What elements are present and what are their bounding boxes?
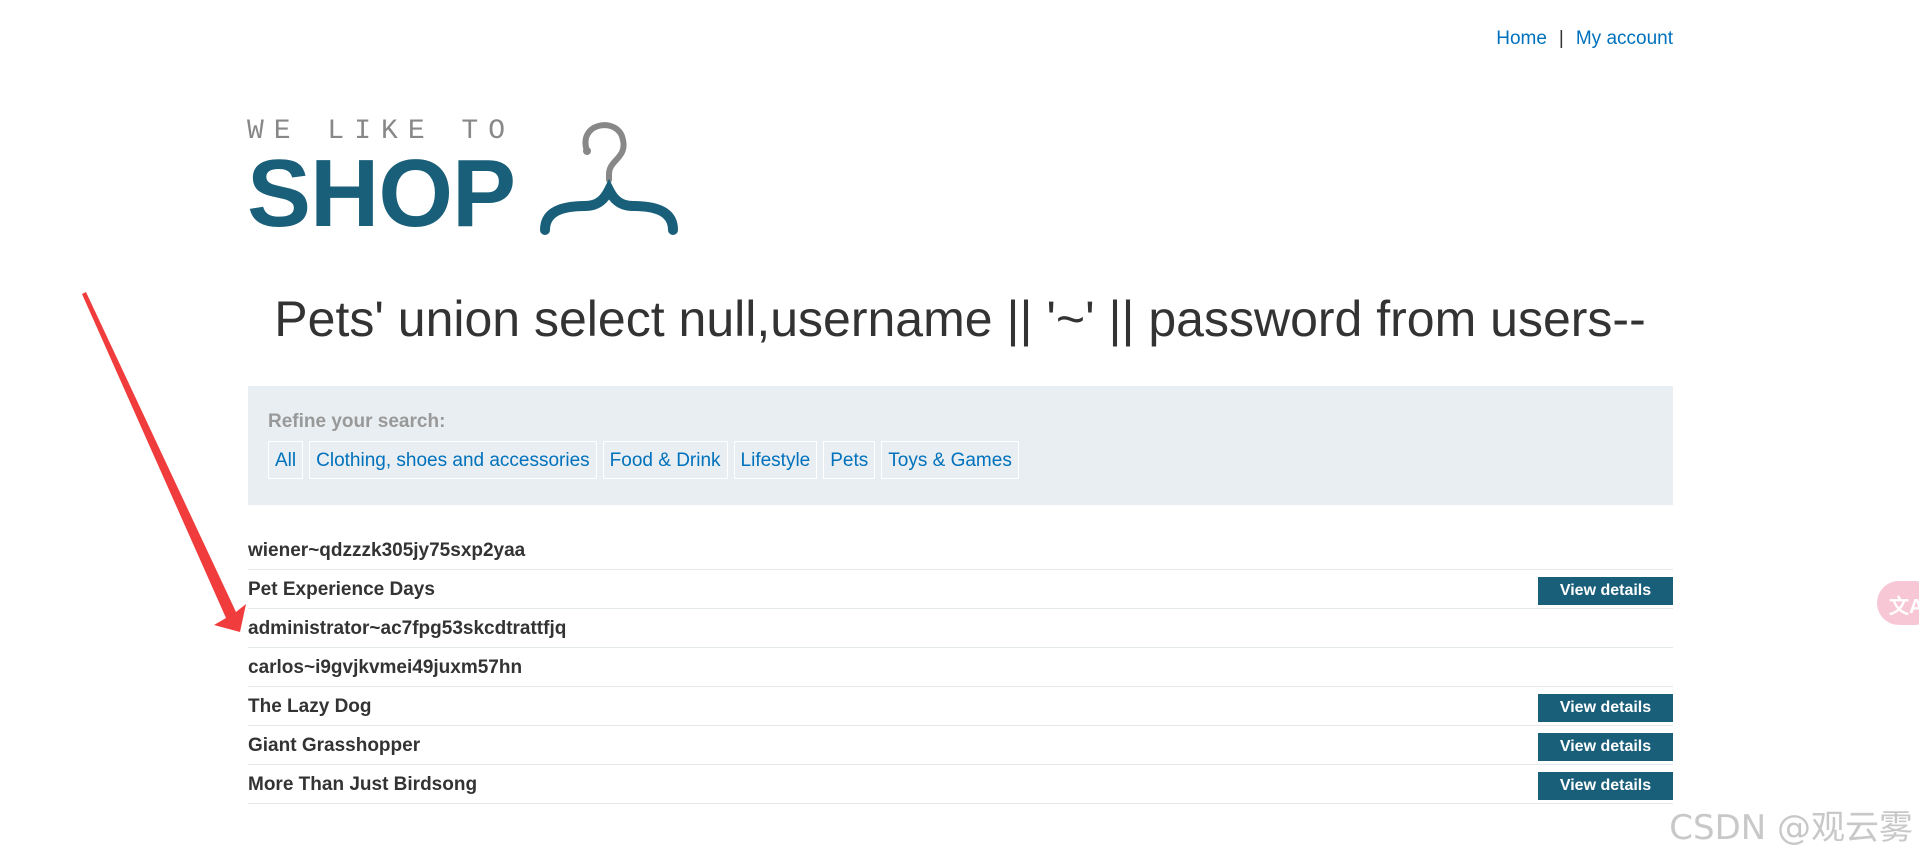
row-title: wiener~qdzzzk305jy75sxp2yaa bbox=[248, 540, 526, 561]
page-title: Pets' union select null,username || '~' … bbox=[274, 291, 1646, 347]
table-row: The Lazy Dog View details bbox=[248, 687, 1673, 726]
filter-lifestyle[interactable]: Lifestyle bbox=[733, 441, 818, 479]
watermark: CSDN @观云雾 bbox=[1669, 808, 1913, 848]
filter-label: Refine your search: bbox=[268, 411, 446, 432]
filter-all[interactable]: All bbox=[268, 441, 304, 479]
view-details-button[interactable]: View details bbox=[1538, 694, 1673, 722]
top-nav: Home | My account bbox=[1496, 28, 1673, 50]
row-title: The Lazy Dog bbox=[248, 696, 372, 717]
filter-pets[interactable]: Pets bbox=[823, 441, 876, 479]
view-details-button[interactable]: View details bbox=[1538, 772, 1673, 800]
results-table: wiener~qdzzzk305jy75sxp2yaa Pet Experien… bbox=[248, 531, 1673, 804]
filter-panel: Refine your search: All Clothing, shoes … bbox=[248, 386, 1673, 505]
logo-wordmark: SHOP bbox=[247, 140, 516, 247]
site-logo[interactable]: WE LIKE TO SHOP bbox=[247, 112, 697, 242]
category-filters: All Clothing, shoes and accessories Food… bbox=[268, 441, 1019, 479]
nav-separator: | bbox=[1558, 28, 1564, 49]
table-row: More Than Just Birdsong View details bbox=[248, 765, 1673, 804]
translate-icon: 文A bbox=[1889, 596, 1919, 618]
table-row: Giant Grasshopper View details bbox=[248, 726, 1673, 765]
table-row: wiener~qdzzzk305jy75sxp2yaa bbox=[248, 531, 1673, 570]
view-details-button[interactable]: View details bbox=[1538, 733, 1673, 761]
translate-widget[interactable]: 文A bbox=[1877, 581, 1919, 625]
hanger-icon bbox=[540, 122, 678, 235]
row-title: Giant Grasshopper bbox=[248, 735, 421, 756]
my-account-link[interactable]: My account bbox=[1576, 28, 1673, 49]
row-title: administrator~ac7fpg53skcdtrattfjq bbox=[248, 618, 567, 639]
home-link[interactable]: Home bbox=[1496, 28, 1547, 49]
row-title: Pet Experience Days bbox=[248, 579, 435, 600]
filter-food-drink[interactable]: Food & Drink bbox=[602, 441, 728, 479]
filter-clothing[interactable]: Clothing, shoes and accessories bbox=[309, 441, 597, 479]
row-title: carlos~i9gvjkvmei49juxm57hn bbox=[248, 657, 523, 678]
filter-toys-games[interactable]: Toys & Games bbox=[881, 441, 1019, 479]
table-row: Pet Experience Days View details bbox=[248, 570, 1673, 609]
table-row: carlos~i9gvjkvmei49juxm57hn bbox=[248, 648, 1673, 687]
row-title: More Than Just Birdsong bbox=[248, 774, 478, 795]
view-details-button[interactable]: View details bbox=[1538, 577, 1673, 605]
table-row: administrator~ac7fpg53skcdtrattfjq bbox=[248, 609, 1673, 648]
